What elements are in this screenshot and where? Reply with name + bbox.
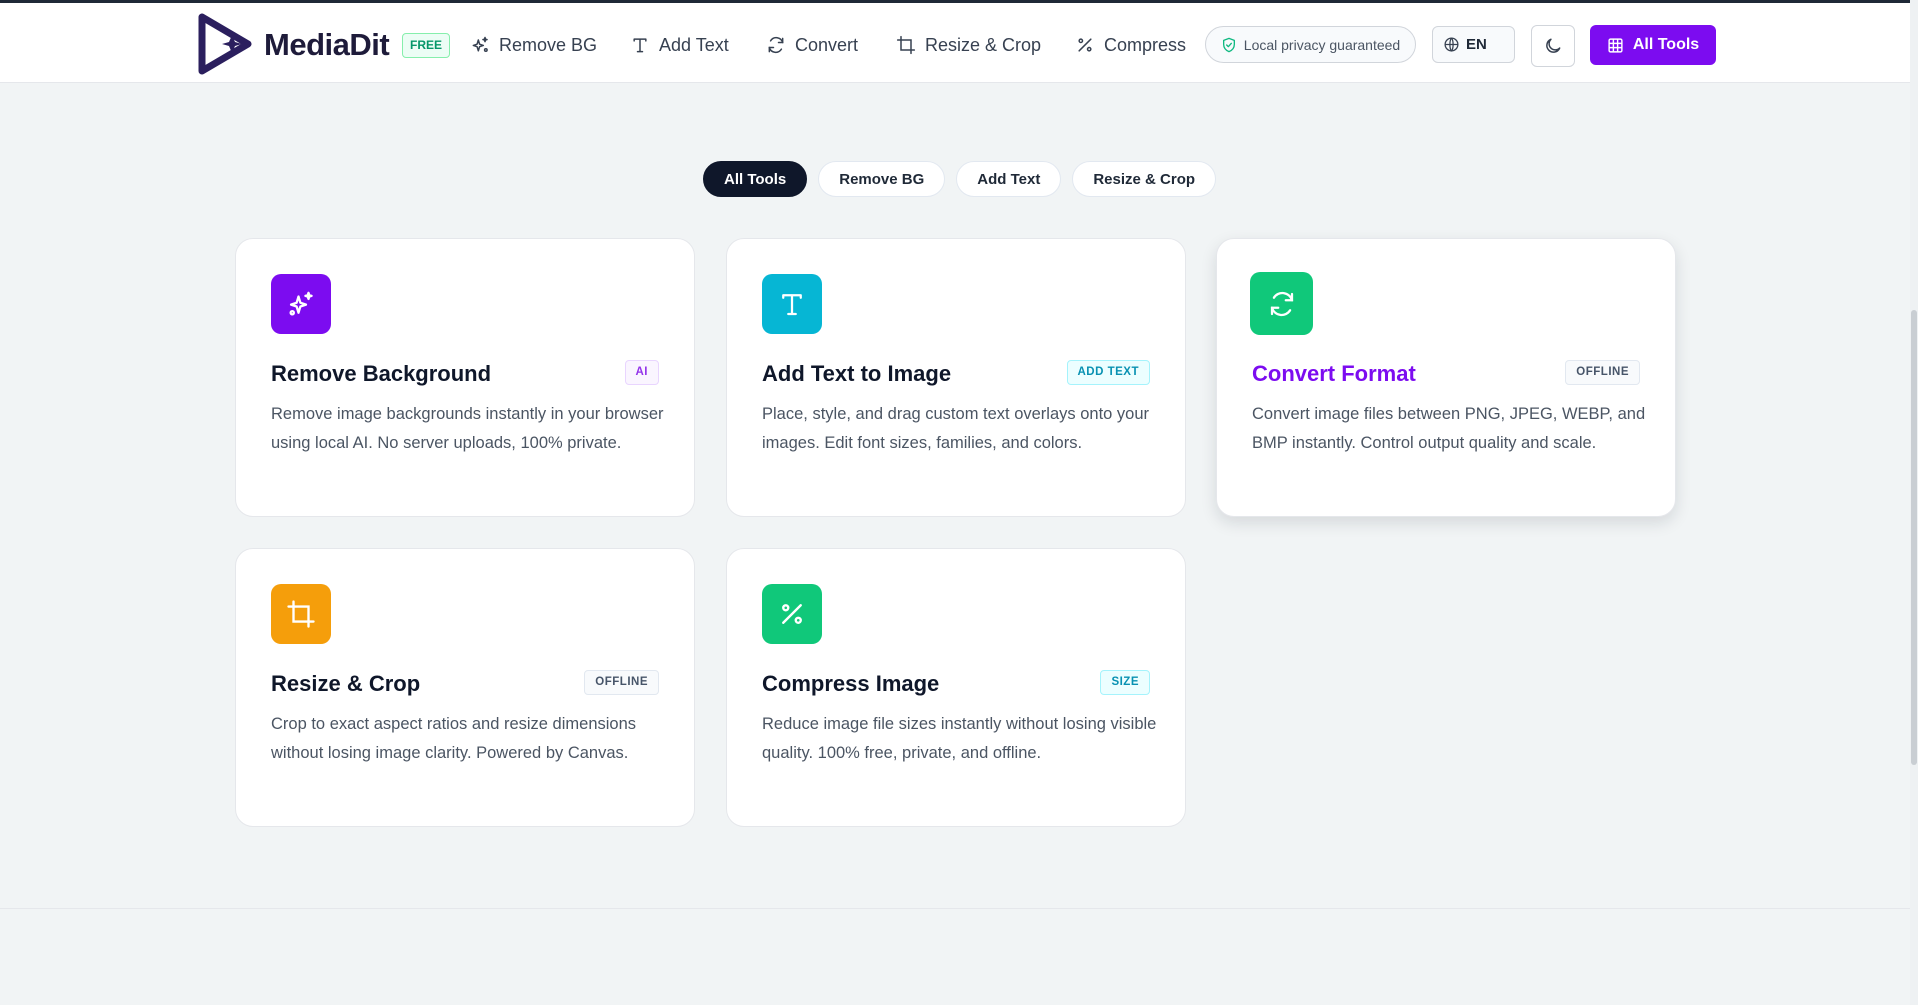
nav-label: Convert <box>795 34 859 55</box>
tool-title: Convert Format <box>1252 361 1416 386</box>
tool-icon-box <box>271 584 331 644</box>
tool-description: Reduce image file sizes instantly withou… <box>762 715 1157 762</box>
nav-compress[interactable]: Compress <box>1075 31 1186 59</box>
language-selector[interactable]: EN <box>1432 26 1515 63</box>
nav-add-text[interactable]: Add Text <box>630 31 729 59</box>
sparkles-icon <box>289 291 313 316</box>
filter-add-text[interactable]: Add Text <box>956 161 1062 197</box>
tool-card-resize-crop[interactable]: Resize & Crop OFFLINE Crop to exact aspe… <box>235 548 695 827</box>
free-badge: FREE <box>402 33 451 58</box>
crop-icon <box>287 600 315 628</box>
filter-resize-crop[interactable]: Resize & Crop <box>1072 161 1217 197</box>
privacy-text: Local privacy guaranteed <box>1243 36 1401 53</box>
moon-icon <box>1546 38 1561 53</box>
tool-icon-box <box>762 584 822 644</box>
tool-badge: AI <box>624 360 659 385</box>
grid-icon <box>1608 37 1623 53</box>
tool-description: Remove image backgrounds instantly in yo… <box>271 405 664 452</box>
nav-label: Add Text <box>659 34 729 55</box>
header: MediaDit FREE Remove BG Add Text Convert… <box>0 3 1910 83</box>
tool-card-convert-format[interactable]: Convert Format OFFLINE Convert image fil… <box>1216 238 1676 517</box>
crop-icon <box>896 35 916 55</box>
tool-card-add-text[interactable]: Add Text to Image ADD TEXT Place, style,… <box>726 238 1186 517</box>
nav-convert[interactable]: Convert <box>766 31 858 59</box>
tool-badge: ADD TEXT <box>1066 360 1150 385</box>
percent-icon <box>1078 38 1092 52</box>
tool-title: Remove Background <box>271 361 492 386</box>
tool-title: Add Text to Image <box>762 361 952 386</box>
tool-card-compress-image[interactable]: Compress Image SIZE Reduce image file si… <box>726 548 1186 827</box>
tool-card-remove-background[interactable]: Remove Background AI Remove image backgr… <box>235 238 695 517</box>
tool-title: Compress Image <box>762 671 940 696</box>
privacy-pill: Local privacy guaranteed <box>1205 26 1416 63</box>
tool-badge: SIZE <box>1100 670 1150 695</box>
footer-divider <box>0 908 1910 909</box>
filter-all-tools[interactable]: All Tools <box>703 161 808 197</box>
globe-icon <box>1444 37 1459 52</box>
shield-check-icon <box>1222 37 1235 52</box>
tool-description: Crop to exact aspect ratios and resize d… <box>271 715 637 762</box>
refresh-icon <box>768 36 784 54</box>
tool-icon-box <box>762 274 822 334</box>
text-icon <box>782 294 802 316</box>
tool-badge: OFFLINE <box>1565 360 1640 385</box>
theme-toggle-button[interactable] <box>1531 25 1575 67</box>
tool-badge: OFFLINE <box>584 670 659 695</box>
all-tools-button[interactable]: All Tools <box>1590 25 1716 65</box>
text-icon <box>633 38 647 53</box>
filter-chips: All Tools Remove BG Add Text Resize & Cr… <box>703 161 1217 197</box>
tool-icon-box <box>271 274 331 334</box>
scrollbar-track[interactable] <box>1910 0 1918 1005</box>
nav-resize-crop[interactable]: Resize & Crop <box>896 31 1041 59</box>
sparkles-icon <box>472 36 488 52</box>
tool-description: Place, style, and drag custom text overl… <box>762 405 1150 452</box>
tool-description: Convert image files between PNG, JPEG, W… <box>1252 405 1646 452</box>
tool-title: Resize & Crop <box>271 671 421 696</box>
mediadit-logo-icon[interactable] <box>196 13 254 75</box>
language-label: EN <box>1466 36 1487 53</box>
filter-remove-bg[interactable]: Remove BG <box>818 161 946 197</box>
tool-icon-box <box>1250 272 1313 335</box>
nav-remove-bg[interactable]: Remove BG <box>470 31 597 59</box>
brand-name[interactable]: MediaDit <box>264 27 390 63</box>
nav-label: Remove BG <box>499 34 598 55</box>
percent-icon <box>782 604 802 624</box>
scrollbar-thumb[interactable] <box>1911 310 1917 765</box>
nav-label: Resize & Crop <box>925 34 1042 55</box>
refresh-icon <box>1270 291 1293 316</box>
all-tools-label: All Tools <box>1632 36 1700 53</box>
nav-label: Compress <box>1104 34 1187 55</box>
